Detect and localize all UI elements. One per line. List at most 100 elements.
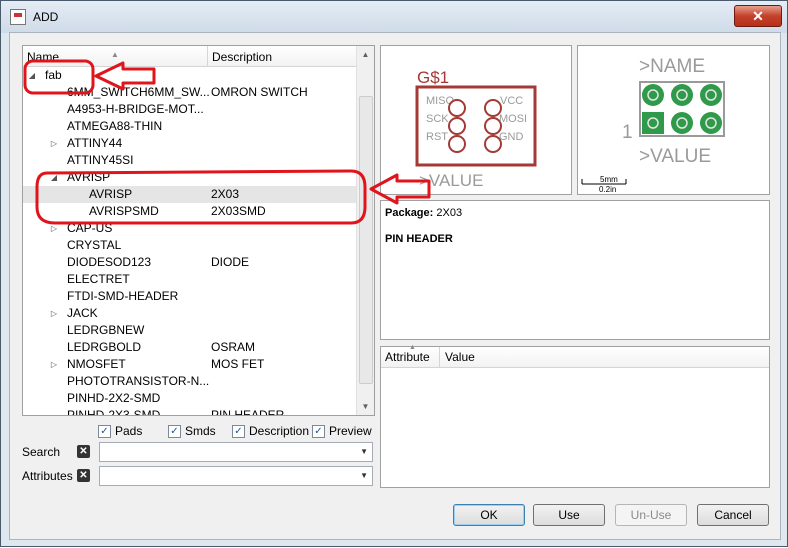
tree-row[interactable]: ELECTRET (23, 271, 356, 288)
tree-row[interactable]: 6MM_SWITCH6MM_SW... OMRON SWITCH (23, 84, 356, 101)
tree-row-name: AVRISPSMD (89, 204, 159, 218)
preview-label: Preview (329, 424, 372, 438)
expand-arrow-icon[interactable]: ▷ (49, 305, 59, 322)
sort-up-icon: ▲ (111, 50, 119, 59)
symbol-right-pins: VCC MOSI GND (484, 95, 527, 153)
column-header-name[interactable]: ▲ Name (23, 46, 208, 66)
title-bar: ADD ✕ (1, 1, 787, 33)
collapse-arrow-icon[interactable]: ◢ (49, 169, 59, 186)
expand-arrow-icon[interactable]: ▷ (49, 135, 59, 152)
tree-row[interactable]: PINHD-2X2-SMD (23, 390, 356, 407)
column-header-name-label: Name (27, 50, 60, 64)
clear-search-icon[interactable]: ✕ (77, 445, 90, 458)
tree-row-name: AVRISP (89, 187, 133, 201)
symbol-drawing: G$1 MISO SCK RST VCC MOSI GND >VALUE (415, 68, 537, 190)
pad (642, 84, 664, 106)
tree-row-name: DIODESOD123 (67, 255, 152, 269)
tree-row-description: OMRON SWITCH (211, 85, 308, 99)
tree-row[interactable]: DIODESOD123 DIODE (23, 254, 356, 271)
pin-circle (448, 117, 466, 135)
pads-check-icon: ✓ (98, 425, 111, 438)
tree-row[interactable]: A4953-H-BRIDGE-MOT... (23, 101, 356, 118)
tree-row[interactable]: CRYSTAL (23, 237, 356, 254)
symbol-pin-label: VCC (500, 95, 523, 107)
tree-row-description: PIN HEADER (211, 408, 285, 416)
search-input[interactable]: ▼ (99, 442, 373, 462)
tree-row[interactable]: ▷ NMOSFET MOS FET (23, 356, 356, 373)
tree-row-name: ATTINY45SI (67, 153, 134, 167)
dialog-body: ▲ Name Description ◢ fab 6MM_SWITCH6MM_SW.… (9, 32, 781, 540)
package-value-label: >VALUE (639, 146, 711, 167)
cancel-button[interactable]: Cancel (697, 504, 769, 526)
ok-button[interactable]: OK (453, 504, 525, 526)
window-title: ADD (33, 10, 59, 24)
tree-row[interactable]: ▷ CAP-US (23, 220, 356, 237)
tree-row-description: 2X03 (211, 187, 240, 201)
tree-scrollbar[interactable]: ▲ ▼ (356, 46, 374, 415)
attributes-label: Attributes (22, 469, 73, 483)
tree-row-name: PHOTOTRANSISTOR-N... (67, 374, 210, 388)
package-preview: >NAME 1 >VALUE 5mm 0.2in (577, 45, 770, 195)
device-description: PIN HEADER (385, 233, 453, 245)
description-label: Description (249, 424, 310, 438)
pin-circle (448, 135, 466, 153)
symbol-left-pins: MISO SCK RST (426, 95, 466, 153)
expand-arrow-icon[interactable]: ▷ (49, 220, 59, 237)
unuse-button[interactable]: Un-Use (615, 504, 687, 526)
pad (700, 112, 722, 134)
tree-row[interactable]: ▷ ATTINY44 (23, 135, 356, 152)
expand-arrow-icon[interactable]: ▷ (49, 356, 59, 373)
tree-row[interactable]: PINHD-2X3-SMD PIN HEADER (23, 407, 356, 416)
tree-row-name: CRYSTAL (67, 238, 122, 252)
tree-row-name: LEDRGBNEW (67, 323, 145, 337)
tree-row-name: PINHD-2X3-SMD (67, 408, 161, 416)
symbol-preview: G$1 MISO SCK RST VCC MOSI GND >VALUE (380, 45, 572, 195)
package-info-value: 2X03 (436, 207, 463, 219)
tree-row[interactable]: ◢ AVRISP (23, 169, 356, 186)
column-header-description[interactable]: Description (208, 46, 352, 66)
tree-row[interactable]: AVRISP 2X03 (23, 186, 356, 203)
tree-row[interactable]: ▷ JACK (23, 305, 356, 322)
tree-row[interactable]: ATTINY45SI (23, 152, 356, 169)
tree-row[interactable]: ◢ fab (23, 67, 356, 84)
search-label: Search (22, 445, 61, 459)
use-button[interactable]: Use (533, 504, 605, 526)
attribute-table[interactable]: Attribute ▲ Value (380, 344, 770, 488)
tree-row[interactable]: ATMEGA88-THIN (23, 118, 356, 135)
pads-label: Pads (115, 424, 143, 438)
pin1-label: 1 (622, 122, 633, 143)
column-header-attribute[interactable]: Attribute (385, 350, 430, 364)
symbol-pin-label: RST (426, 131, 448, 143)
scroll-down-icon[interactable]: ▼ (357, 398, 374, 415)
package-info-label: Package: (385, 207, 434, 219)
chevron-down-icon[interactable]: ▼ (360, 467, 368, 485)
pin-circle (448, 99, 466, 117)
column-header-value[interactable]: Value (445, 350, 475, 364)
device-tree[interactable]: ▲ Name Description ◢ fab 6MM_SWITCH6MM_SW.… (22, 45, 375, 416)
chevron-down-icon[interactable]: ▼ (360, 443, 368, 461)
column-divider (439, 347, 440, 367)
package-drawing: >NAME 1 >VALUE 5mm 0.2in (581, 56, 725, 194)
scroll-thumb[interactable] (359, 96, 373, 384)
clear-attributes-icon[interactable]: ✕ (77, 469, 90, 482)
tree-row[interactable]: FTDI-SMD-HEADER (23, 288, 356, 305)
tree-row[interactable]: LEDRGBOLD OSRAM (23, 339, 356, 356)
tree-row[interactable]: PHOTOTRANSISTOR-N... (23, 373, 356, 390)
symbol-pin-label: GND (499, 131, 524, 143)
smds-check-icon: ✓ (168, 425, 181, 438)
tree-row-name: A4953-H-BRIDGE-MOT... (67, 102, 204, 116)
scale-bar: 5mm 0.2in (581, 175, 627, 194)
close-button[interactable]: ✕ (734, 5, 782, 27)
collapse-arrow-icon[interactable]: ◢ (27, 67, 37, 84)
scale-mm-label: 5mm (600, 175, 618, 184)
attributes-input[interactable]: ▼ (99, 466, 373, 486)
tree-row-description: DIODE (211, 255, 250, 269)
pad (671, 112, 693, 134)
tree-row-name: PINHD-2X2-SMD (67, 391, 161, 405)
tree-row[interactable]: AVRISPSMD 2X03SMD (23, 203, 356, 220)
tree-row-name: LEDRGBOLD (67, 340, 142, 354)
tree-row[interactable]: LEDRGBNEW (23, 322, 356, 339)
symbol-pin-label: MOSI (499, 113, 527, 125)
tree-row-description: 2X03SMD (211, 204, 266, 218)
scroll-up-icon[interactable]: ▲ (357, 46, 374, 63)
